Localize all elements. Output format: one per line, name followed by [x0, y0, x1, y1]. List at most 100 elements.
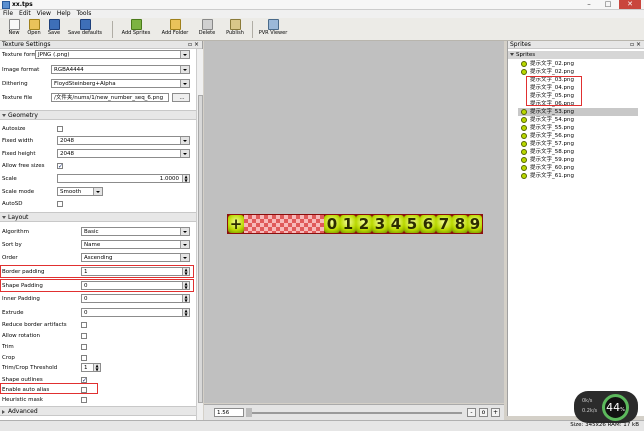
- sprites-root-label: Sprites: [516, 52, 536, 58]
- sprite-glyph[interactable]: 5: [404, 215, 420, 233]
- section-geometry[interactable]: Geometry: [0, 110, 196, 120]
- extrude-spinbox[interactable]: 0 ▲ ▼: [81, 308, 190, 317]
- menu-tools[interactable]: Tools: [74, 10, 95, 18]
- sprite-item[interactable]: 提示文字_57.png: [518, 140, 638, 148]
- allow-free-sizes-row: Allow free sizes ✓: [0, 160, 196, 172]
- sprite-thumbnail-icon: [521, 125, 527, 131]
- sprite-glyph[interactable]: 4: [388, 215, 404, 233]
- sprite-glyph[interactable]: 2: [356, 215, 372, 233]
- scrollbar-thumb[interactable]: [198, 95, 203, 403]
- toolbar-separator: [252, 21, 253, 38]
- upload-speed: 0k/s: [582, 398, 593, 404]
- fixed-height-row: Fixed height 2048: [0, 148, 196, 160]
- sprite-item[interactable]: 提示文字_55.png: [518, 124, 638, 132]
- trim-checkbox[interactable]: [81, 344, 87, 350]
- sort-by-value: Name: [84, 242, 101, 248]
- menu-view[interactable]: View: [34, 10, 54, 18]
- sprite-glyph[interactable]: +: [228, 215, 244, 233]
- network-monitor-widget[interactable]: 0k/s 0.2k/s 44%: [574, 391, 638, 423]
- publish-button[interactable]: Publish: [222, 19, 248, 40]
- sprite-glyph[interactable]: 9: [468, 215, 482, 233]
- inner-padding-spinbox[interactable]: 0 ▲ ▼: [81, 294, 190, 303]
- close-button[interactable]: ✕: [619, 0, 641, 9]
- sprite-item[interactable]: 提示文字_60.png: [518, 164, 638, 172]
- menu-file[interactable]: File: [0, 10, 16, 18]
- pvr-viewer-icon: [267, 19, 279, 30]
- left-panel-scrollbar[interactable]: [196, 49, 203, 420]
- minimize-button[interactable]: –: [580, 0, 598, 9]
- sprite-glyph[interactable]: 3: [372, 215, 388, 233]
- section-layout[interactable]: Layout: [0, 212, 196, 222]
- section-advanced[interactable]: Advanced: [0, 406, 196, 416]
- save-defaults-button[interactable]: Save defaults: [64, 19, 106, 40]
- scale-spinbox[interactable]: 1.0000 ▲ ▼: [57, 174, 190, 183]
- sprite-glyph[interactable]: 6: [420, 215, 436, 233]
- menu-edit[interactable]: Edit: [16, 10, 34, 18]
- zoom-in-icon[interactable]: +: [491, 408, 500, 417]
- sprite-item[interactable]: 提示文字_59.png: [518, 156, 638, 164]
- zoom-out-icon[interactable]: -: [467, 408, 476, 417]
- sort-by-select[interactable]: Name: [81, 240, 190, 249]
- order-row: Order Ascending: [0, 252, 196, 264]
- algorithm-select[interactable]: Basic: [81, 227, 190, 236]
- crop-checkbox[interactable]: [81, 355, 87, 361]
- order-value: Ascending: [84, 255, 113, 261]
- sprite-item-selected[interactable]: 提示文字_53.png: [518, 108, 638, 116]
- sprite-item[interactable]: 提示文字_58.png: [518, 148, 638, 156]
- sprites-root[interactable]: Sprites: [508, 51, 644, 59]
- dithering-label: Dithering: [2, 81, 28, 87]
- menu-help[interactable]: Help: [54, 10, 74, 18]
- maximize-button[interactable]: □: [599, 0, 617, 9]
- scale-mode-value: Smooth: [60, 189, 82, 195]
- fixed-height-select[interactable]: 2048: [57, 149, 190, 158]
- sprite-item[interactable]: 提示文字_02.png: [518, 60, 638, 68]
- reduce-border-checkbox[interactable]: [81, 322, 87, 328]
- sprite-item[interactable]: 提示文字_02.png: [518, 68, 638, 76]
- spin-arrows-icon[interactable]: ▲ ▼: [182, 295, 189, 302]
- publish-label: Publish: [226, 30, 244, 36]
- new-label: New: [8, 30, 20, 36]
- zoom-reset-icon[interactable]: o: [479, 408, 488, 417]
- sprite-item[interactable]: 提示文字_61.png: [518, 172, 638, 180]
- pvr-viewer-button[interactable]: PVR Viewer: [257, 19, 289, 40]
- sprite-glyph[interactable]: 0: [324, 215, 340, 233]
- browse-button[interactable]: ...: [172, 93, 190, 102]
- fixed-width-select[interactable]: 2048: [57, 136, 190, 145]
- image-format-select[interactable]: RGBA4444: [51, 65, 190, 74]
- delete-button[interactable]: Delete: [196, 19, 218, 40]
- add-folder-label: Add Folder: [161, 30, 189, 36]
- texture-file-input[interactable]: /文件夹/nums/1/new_number_seq_6.png: [51, 93, 169, 102]
- panel-float-close-icons[interactable]: ▫ ×: [188, 41, 199, 49]
- sprite-glyph[interactable]: 7: [436, 215, 452, 233]
- autosd-checkbox[interactable]: [57, 201, 63, 207]
- allow-free-sizes-checkbox[interactable]: ✓: [57, 163, 63, 170]
- add-folder-button[interactable]: Add Folder: [158, 19, 192, 40]
- zoom-input[interactable]: 1.56: [214, 408, 244, 417]
- spin-arrows-icon[interactable]: ▲ ▼: [182, 175, 189, 182]
- spin-arrows-icon[interactable]: ▲ ▼: [182, 309, 189, 316]
- zoom-slider[interactable]: [252, 412, 462, 414]
- add-sprites-button[interactable]: Add Sprites: [118, 19, 154, 40]
- sprite-glyph[interactable]: 1: [340, 215, 356, 233]
- sprite-glyph[interactable]: 8: [452, 215, 468, 233]
- sprite-item[interactable]: 提示文字_56.png: [518, 132, 638, 140]
- fixed-height-label: Fixed height: [2, 151, 36, 157]
- sprite-item[interactable]: 提示文字_54.png: [518, 116, 638, 124]
- expand-arrow-icon: [2, 216, 6, 219]
- heuristic-mask-checkbox[interactable]: [81, 397, 87, 403]
- new-button[interactable]: New: [4, 19, 24, 40]
- dithering-select[interactable]: FloydSteinberg+Alpha: [51, 79, 190, 88]
- scale-mode-select[interactable]: Smooth: [57, 187, 103, 196]
- autosize-checkbox[interactable]: [57, 126, 63, 132]
- order-select[interactable]: Ascending: [81, 253, 190, 262]
- scale-value: 1.0000: [159, 176, 179, 182]
- save-button[interactable]: Save: [44, 19, 64, 40]
- panel-float-close-icons[interactable]: ▫ ×: [630, 41, 641, 49]
- transparent-area: [276, 215, 292, 233]
- trim-threshold-spinbox[interactable]: 1 ▲ ▼: [81, 363, 101, 372]
- open-button[interactable]: Open: [24, 19, 44, 40]
- allow-rotation-checkbox[interactable]: [81, 333, 87, 339]
- spin-arrows-icon[interactable]: ▲ ▼: [93, 364, 100, 371]
- sprite-name: 提示文字_56.png: [530, 133, 574, 139]
- texture-format-select[interactable]: JPNG (.png): [35, 50, 190, 59]
